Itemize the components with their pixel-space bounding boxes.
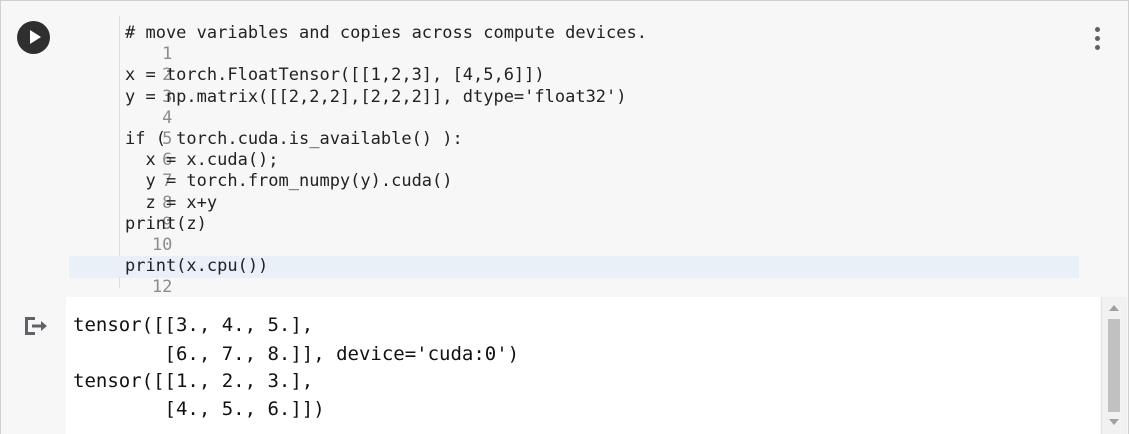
line-code: # move variables and copies across compu… [125, 23, 647, 43]
code-cell[interactable]: 1 # move variables and copies across com… [0, 0, 1129, 434]
line-code: y = torch.from_numpy(y).cuda() [125, 171, 453, 192]
more-vert-icon [1095, 27, 1100, 32]
code-editor[interactable]: 1 # move variables and copies across com… [69, 23, 1079, 297]
output-line: [6., 7., 8.]], device='cuda:0') [73, 343, 520, 365]
scroll-up-icon[interactable] [1109, 305, 1119, 311]
code-line[interactable]: 11 [69, 235, 1079, 276]
scroll-thumb[interactable] [1108, 319, 1120, 412]
code-line[interactable]: 10 print(z) [69, 213, 1079, 255]
line-code: x = x.cuda(); [125, 150, 279, 171]
run-cell-button[interactable] [17, 21, 50, 54]
code-line[interactable]: 8 y = torch.from_numpy(y).cuda() [69, 171, 1079, 212]
code-line-active[interactable]: 12 print(x.cpu()) [69, 256, 1079, 297]
code-line[interactable]: 3 x = torch.FloatTensor([[1,2,3], [4,5,6… [69, 65, 1079, 106]
line-code: print(x.cpu()) [125, 256, 269, 277]
output-area: tensor([[3., 4., 5.], [6., 7., 8.]], dev… [1, 297, 1128, 434]
code-line[interactable]: 7 x = x.cuda(); [69, 150, 1079, 191]
output-line: [4., 5., 6.]]) [73, 398, 325, 420]
code-line[interactable]: 6 if ( torch.cuda.is_available() ): [69, 129, 1079, 170]
code-line[interactable]: 9 z = x+y [69, 192, 1079, 234]
output-redirect-icon[interactable] [23, 315, 49, 337]
code-line[interactable]: 2 [69, 44, 1079, 85]
line-number: 12 [151, 277, 173, 298]
line-code: x = torch.FloatTensor([[1,2,3], [4,5,6]]… [125, 65, 545, 86]
line-code: if ( torch.cuda.is_available() ): [125, 129, 463, 149]
output-line: tensor([[1., 2., 3.], [73, 370, 314, 392]
code-line[interactable]: 4 y = np.matrix([[2,2,2],[2,2,2]], dtype… [69, 86, 1079, 128]
line-code: z = x+y [125, 192, 218, 213]
output-line: tensor([[3., 4., 5.], [73, 314, 314, 336]
output-text-panel: tensor([[3., 4., 5.], [6., 7., 8.]], dev… [66, 297, 1100, 434]
more-vert-icon-dot [1095, 45, 1100, 50]
scroll-down-icon[interactable] [1109, 419, 1119, 425]
output-scrollbar[interactable] [1101, 297, 1127, 434]
code-line[interactable]: 1 # move variables and copies across com… [69, 23, 1079, 64]
line-code: y = np.matrix([[2,2,2],[2,2,2]], dtype='… [125, 86, 627, 107]
code-line[interactable]: 5 [69, 108, 1079, 149]
cell-menu-button[interactable] [1087, 25, 1107, 53]
more-vert-icon-dot [1095, 36, 1100, 41]
line-code: print(z) [125, 213, 207, 234]
